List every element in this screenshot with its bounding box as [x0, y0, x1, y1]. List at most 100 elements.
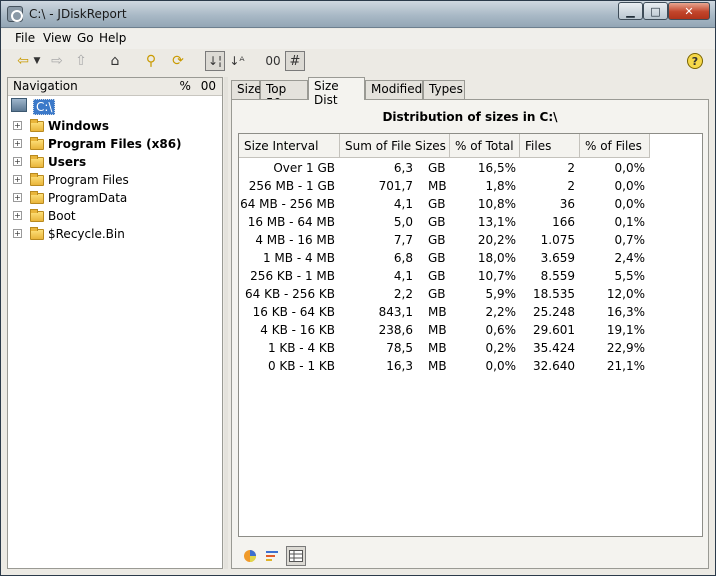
cell-percent-files: 12,0%	[606, 287, 645, 301]
expand-icon[interactable]: +	[13, 193, 22, 202]
distribution-title: Distribution of sizes in C:\	[382, 110, 558, 124]
tree-item[interactable]: + ProgramData	[8, 189, 222, 207]
menu-file[interactable]: File	[15, 31, 35, 45]
distribution-table: Size Interval Sum of File Sizes % of Tot…	[238, 133, 703, 537]
pane-splitter[interactable]	[224, 77, 228, 569]
sort-by-size-icon[interactable]: ↓¦	[205, 51, 225, 71]
menu-view[interactable]: View	[43, 31, 71, 45]
cell-size-interval: 16 MB - 64 MB	[247, 215, 335, 229]
tab-modified[interactable]: Modified	[365, 80, 423, 99]
navigation-pane: Navigation % 00 C:\ + Windows + Program Fil…	[7, 77, 223, 569]
cell-sum-value: 16,3	[386, 359, 413, 373]
cell-size-interval: 64 KB - 256 KB	[245, 287, 335, 301]
cell-percent-total: 13,1%	[477, 215, 516, 229]
tree-item[interactable]: + Program Files (x86)	[8, 135, 222, 153]
expand-icon[interactable]: +	[13, 175, 22, 184]
tab-size-dist[interactable]: Size Dist	[308, 77, 365, 107]
cell-files: 3.659	[540, 251, 575, 265]
cell-percent-files: 16,3%	[606, 305, 645, 319]
tree-item-label: ProgramData	[48, 191, 128, 205]
percent-toggle[interactable]: %	[179, 79, 190, 93]
cell-size-interval: 0 KB - 1 KB	[267, 359, 335, 373]
cell-sum-value: 4,1	[393, 269, 413, 283]
tab-types[interactable]: Types	[423, 80, 465, 99]
cell-percent-files: 0,0%	[614, 197, 646, 211]
cell-percent-total: 16,5%	[477, 161, 516, 175]
cell-sum-value: 7,7	[393, 233, 413, 247]
close-button[interactable]: ✕	[668, 2, 710, 20]
cell-percent-total: 0,0%	[485, 359, 517, 373]
menu-go[interactable]: Go	[77, 31, 94, 45]
folder-icon	[30, 209, 44, 222]
search-icon[interactable]: ⚲	[141, 51, 161, 71]
cell-size-interval: 1 MB - 4 MB	[262, 251, 335, 265]
pie-chart-icon[interactable]	[240, 546, 260, 566]
navigation-units: % 00	[179, 79, 216, 93]
minimize-button[interactable]: ▁	[618, 2, 643, 20]
tree-item[interactable]: + Boot	[8, 207, 222, 225]
column-header-files[interactable]: Files	[520, 134, 580, 158]
cell-sum-unit: MB	[428, 323, 447, 337]
tree-item[interactable]: + Windows	[8, 117, 222, 135]
cell-percent-total: 18,0%	[477, 251, 516, 265]
maximize-button[interactable]: □	[643, 2, 668, 20]
help-icon[interactable]: ?	[687, 53, 703, 69]
cell-sum-value: 4,1	[393, 197, 413, 211]
up-arrow-icon[interactable]: ⇧	[71, 51, 91, 71]
cell-percent-total: 1,8%	[485, 179, 517, 193]
cell-files: 166	[552, 215, 575, 229]
report-pane: Size Top 50 Size Dist Modified Types Dis…	[229, 75, 709, 569]
cell-sum-unit: MB	[428, 305, 447, 319]
cell-files: 29.601	[533, 323, 575, 337]
column-header-percent-files[interactable]: % of Files	[580, 134, 650, 158]
cell-percent-total: 20,2%	[477, 233, 516, 247]
sort-by-name-icon[interactable]: ↓ᴬ	[227, 51, 247, 71]
column-header-sum[interactable]: Sum of File Sizes	[340, 134, 450, 158]
expand-icon[interactable]: +	[13, 121, 22, 130]
cell-sum-unit: GB	[428, 197, 446, 211]
refresh-icon[interactable]: ⟳	[168, 51, 188, 71]
expand-icon[interactable]: +	[13, 157, 22, 166]
home-icon[interactable]: ⌂	[105, 51, 125, 71]
forward-arrow-icon[interactable]: ⇨	[47, 51, 67, 71]
cell-sum-value: 701,7	[378, 179, 413, 193]
cell-percent-total: 0,2%	[485, 341, 517, 355]
table-view-icon[interactable]	[286, 546, 306, 566]
dropdown-arrow-icon[interactable]: ▼	[31, 51, 43, 71]
show-count-icon[interactable]: #	[285, 51, 305, 71]
cell-files: 18.535	[533, 287, 575, 301]
cell-sum-unit: MB	[428, 179, 447, 193]
cell-sum-unit: GB	[428, 215, 446, 229]
cell-sum-value: 6,3	[393, 161, 413, 175]
cell-size-interval: 256 KB - 1 MB	[250, 269, 335, 283]
column-header-size-interval[interactable]: Size Interval	[239, 134, 340, 158]
tree-item[interactable]: + Program Files	[8, 171, 222, 189]
column-header-percent-total[interactable]: % of Total	[450, 134, 520, 158]
size-toggle[interactable]: 00	[201, 79, 216, 93]
cell-percent-files: 0,7%	[614, 233, 646, 247]
tab-size[interactable]: Size	[231, 80, 262, 99]
cell-sum-unit: MB	[428, 341, 447, 355]
cell-percent-files: 0,1%	[614, 215, 646, 229]
show-size-icon[interactable]: 00	[263, 51, 283, 71]
cell-sum-unit: MB	[428, 359, 447, 373]
tree-item[interactable]: + Users	[8, 153, 222, 171]
cell-percent-files: 5,5%	[614, 269, 646, 283]
expand-icon[interactable]: +	[13, 211, 22, 220]
cell-sum-unit: GB	[428, 161, 446, 175]
tree-item[interactable]: + $Recycle.Bin	[8, 225, 222, 243]
tab-top-50[interactable]: Top 50	[260, 80, 308, 110]
tree-root[interactable]: C:\	[33, 99, 56, 115]
navigation-header: Navigation % 00	[8, 78, 222, 96]
cell-sum-value: 2,2	[393, 287, 413, 301]
cell-files: 8.559	[540, 269, 575, 283]
expand-icon[interactable]: +	[13, 139, 22, 148]
back-arrow-icon[interactable]: ⇦	[13, 51, 33, 71]
menu-help[interactable]: Help	[99, 31, 126, 45]
cell-size-interval: 256 MB - 1 GB	[248, 179, 335, 193]
bar-chart-icon[interactable]	[262, 546, 282, 566]
cell-files: 32.640	[533, 359, 575, 373]
cell-size-interval: 64 MB - 256 MB	[240, 197, 335, 211]
expand-icon[interactable]: +	[13, 229, 22, 238]
title-bar[interactable]: C:\ - JDiskReport ▁ □ ✕	[1, 1, 715, 28]
